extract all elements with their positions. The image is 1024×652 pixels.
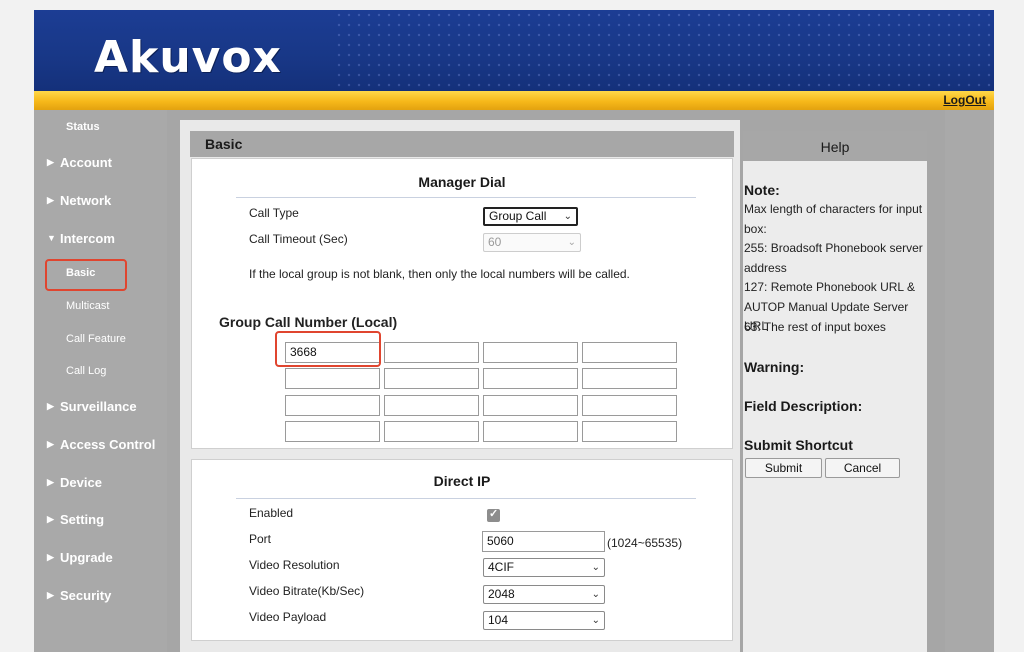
call-timeout-value: 60	[488, 235, 502, 249]
cancel-button[interactable]: Cancel	[825, 458, 900, 478]
help-note-line-4: 63: The rest of input boxes	[744, 320, 886, 334]
chevron-down-icon: ⌄	[591, 589, 600, 600]
call-type-select[interactable]: Group Call ⌄	[483, 207, 578, 226]
right-gutter	[945, 110, 994, 652]
group-number-input-16[interactable]	[582, 421, 677, 442]
video-resolution-value: 4CIF	[488, 560, 515, 574]
sidebar-item-label: Network	[60, 193, 112, 208]
chevron-down-icon: ⌄	[563, 211, 572, 222]
chevron-right-icon: ▶	[47, 514, 54, 524]
chevron-right-icon: ▶	[47, 195, 54, 205]
group-number-input-15[interactable]	[483, 421, 578, 442]
enabled-checkbox[interactable]: ✓	[487, 508, 500, 522]
video-payload-label: Video Payload	[249, 610, 327, 624]
highlight-group-number-box	[275, 331, 381, 367]
sidebar-item-label: Upgrade	[60, 550, 113, 565]
call-timeout-label: Call Timeout (Sec)	[249, 232, 348, 246]
divider	[236, 498, 696, 499]
help-warning-title: Warning:	[744, 359, 805, 375]
group-call-title: Group Call Number (Local)	[219, 314, 398, 330]
group-number-input-4[interactable]	[582, 342, 677, 363]
highlight-basic-box	[45, 259, 127, 291]
video-bitrate-label: Video Bitrate(Kb/Sec)	[249, 584, 365, 598]
logout-link[interactable]: LogOut	[943, 93, 986, 107]
chevron-right-icon: ▶	[47, 439, 54, 449]
chevron-right-icon: ▶	[47, 590, 54, 600]
panel-header: Basic	[190, 131, 734, 157]
group-number-input-7[interactable]	[483, 368, 578, 389]
header-banner: Akuvox	[34, 10, 994, 92]
video-resolution-label: Video Resolution	[249, 558, 340, 572]
chevron-right-icon: ▶	[47, 401, 54, 411]
help-field-description-title: Field Description:	[744, 398, 863, 414]
call-timeout-select[interactable]: 60 ⌄	[483, 233, 581, 252]
port-range-hint: (1024~65535)	[607, 536, 683, 550]
group-number-input-2[interactable]	[384, 342, 479, 363]
group-number-input-3[interactable]	[483, 342, 578, 363]
group-number-input-12[interactable]	[582, 395, 677, 416]
help-header: Help	[743, 131, 927, 161]
panel-title: Basic	[205, 136, 243, 152]
group-number-input-13[interactable]	[285, 421, 380, 442]
video-bitrate-value: 2048	[488, 587, 515, 601]
sidebar-item-label: Setting	[60, 512, 105, 527]
group-number-input-5[interactable]	[285, 368, 380, 389]
port-label: Port	[249, 532, 272, 546]
group-number-input-8[interactable]	[582, 368, 677, 389]
help-note-line-2: 255: Broadsoft Phonebook server address	[744, 241, 923, 275]
local-group-note: If the local group is not blank, then on…	[249, 267, 630, 281]
group-number-input-14[interactable]	[384, 421, 479, 442]
call-type-value: Group Call	[489, 209, 547, 223]
sidebar-item-label: Access Control	[60, 437, 156, 452]
chevron-right-icon: ▶	[47, 552, 54, 562]
sidebar-item-label: Surveillance	[60, 399, 137, 414]
sidebar-subitem-call-log[interactable]: Call Log	[66, 365, 106, 377]
brand-logo: Akuvox	[94, 32, 282, 83]
video-resolution-select[interactable]: 4CIF ⌄	[483, 558, 605, 577]
video-payload-select[interactable]: 104 ⌄	[483, 611, 605, 630]
chevron-down-icon: ⌄	[591, 615, 600, 626]
chevron-down-icon: ▼	[47, 233, 56, 243]
sidebar-item-label: Status	[66, 121, 100, 133]
group-number-input-9[interactable]	[285, 395, 380, 416]
help-note-title: Note:	[744, 182, 780, 198]
help-submit-shortcut-title: Submit Shortcut	[744, 437, 853, 453]
group-number-input-11[interactable]	[483, 395, 578, 416]
help-title: Help	[820, 139, 850, 155]
section-title: Manager Dial	[418, 174, 506, 190]
check-icon: ✓	[489, 508, 499, 520]
chevron-down-icon: ⌄	[567, 237, 576, 248]
chevron-down-icon: ⌄	[591, 562, 600, 573]
sidebar-item-label: Security	[60, 588, 112, 603]
group-number-input-6[interactable]	[384, 368, 479, 389]
sidebar: Status ▶ Account ▶ Network ▼ Intercom Ba…	[34, 110, 167, 652]
divider	[236, 197, 696, 198]
group-number-input-10[interactable]	[384, 395, 479, 416]
top-bar: LogOut	[34, 91, 994, 110]
chevron-right-icon: ▶	[47, 157, 54, 167]
sidebar-subitem-call-feature[interactable]: Call Feature	[66, 333, 126, 345]
video-payload-value: 104	[488, 613, 509, 627]
enabled-label: Enabled	[249, 506, 294, 520]
sidebar-item-label: Device	[60, 475, 102, 490]
sidebar-item-label: Intercom	[60, 231, 115, 246]
submit-button[interactable]: Submit	[745, 458, 822, 478]
section-title: Direct IP	[433, 473, 491, 489]
sidebar-subitem-multicast[interactable]: Multicast	[66, 300, 109, 312]
sidebar-item-label: Account	[60, 155, 112, 170]
help-note-line-1: Max length of characters for input box:	[744, 202, 923, 236]
header-pattern	[334, 10, 994, 92]
chevron-right-icon: ▶	[47, 477, 54, 487]
video-bitrate-select[interactable]: 2048 ⌄	[483, 585, 605, 604]
call-type-label: Call Type	[249, 206, 299, 220]
port-input[interactable]: 5060	[482, 531, 605, 552]
